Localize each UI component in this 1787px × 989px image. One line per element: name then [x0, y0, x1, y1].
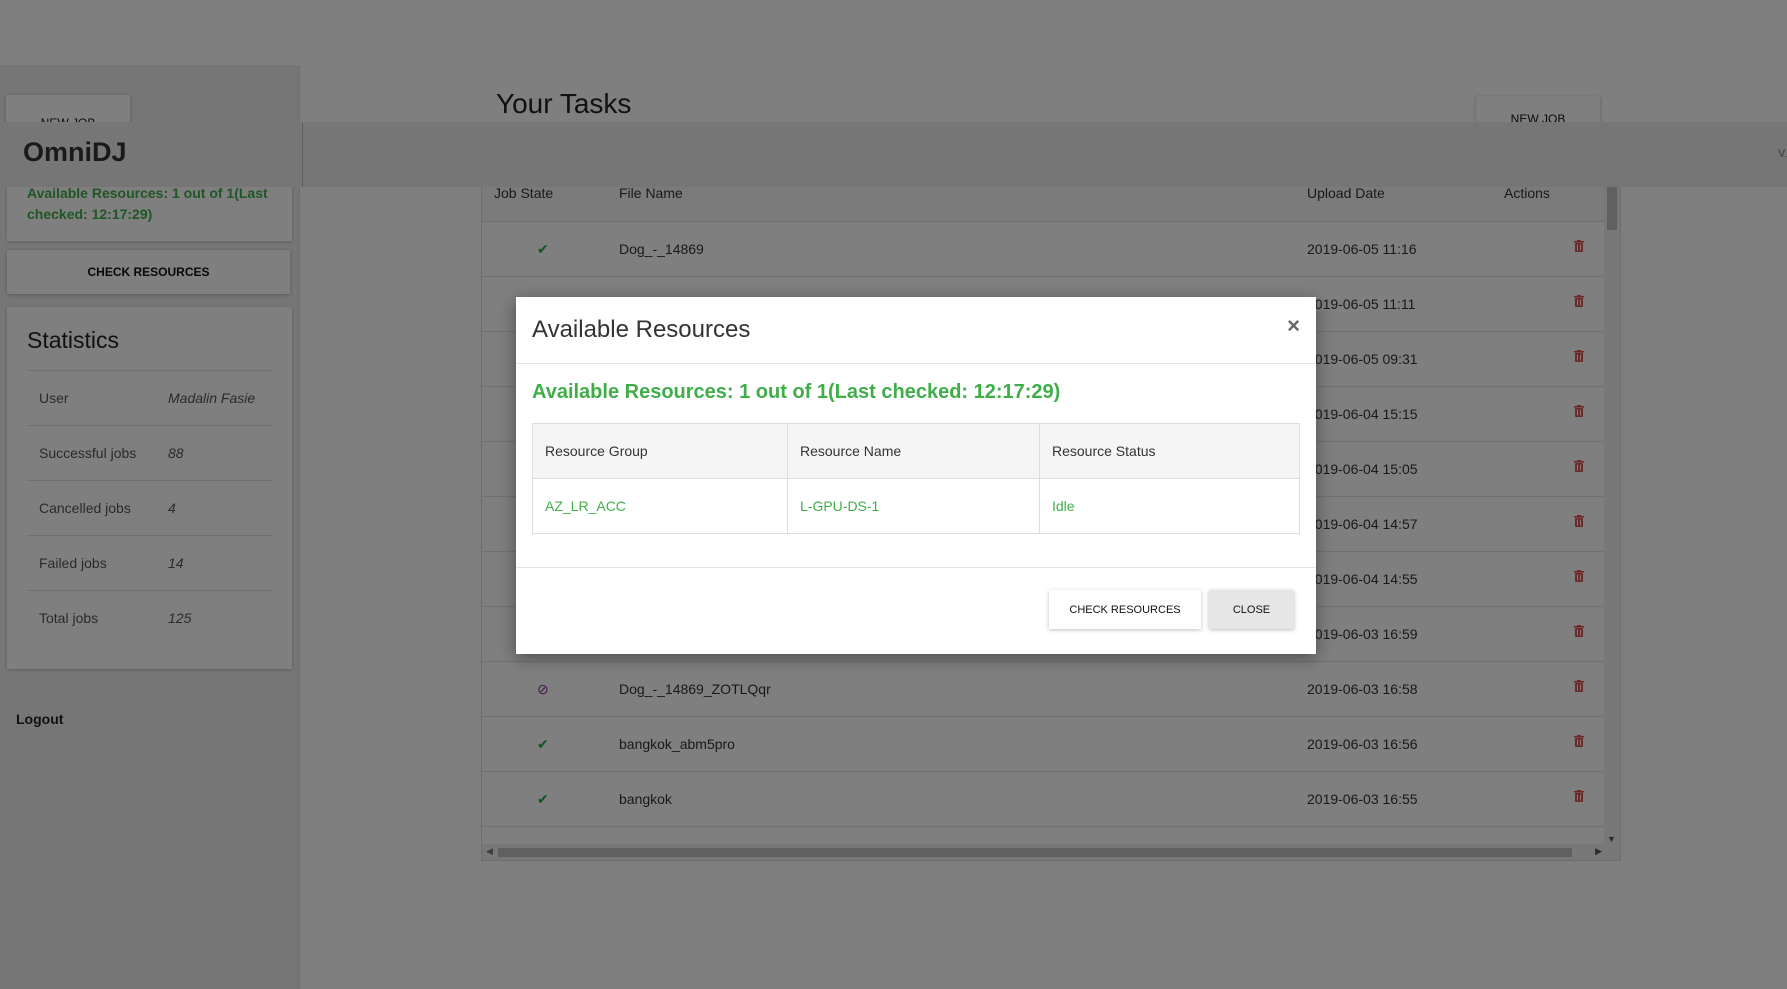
- resources-table: Resource Group Resource Name Resource St…: [532, 423, 1300, 534]
- app-brand[interactable]: OmniDJ: [0, 122, 303, 187]
- resource-status-cell: Idle: [1039, 478, 1300, 534]
- resource-group-cell: AZ_LR_ACC: [532, 478, 788, 534]
- header-resource-status: Resource Status: [1039, 423, 1300, 479]
- app-bar: OmniDJ v1: [0, 122, 1787, 187]
- modal-header: Available Resources ×: [516, 297, 1316, 364]
- check-resources-button[interactable]: CHECK RESOURCES: [1049, 590, 1201, 629]
- resources-table-header: Resource Group Resource Name Resource St…: [532, 423, 1300, 479]
- modal-body: Available Resources: 1 out of 1(Last che…: [516, 364, 1316, 568]
- app-version: v1: [1778, 144, 1787, 160]
- resources-availability-text: Available Resources: 1 out of 1(Last che…: [532, 381, 1061, 403]
- modal-footer: CHECK RESOURCES CLOSE: [516, 568, 1316, 653]
- header-resource-group: Resource Group: [532, 423, 788, 479]
- close-icon[interactable]: ×: [1287, 313, 1300, 339]
- header-resource-name: Resource Name: [787, 423, 1040, 479]
- resource-name-cell: L-GPU-DS-1: [787, 478, 1040, 534]
- close-button[interactable]: CLOSE: [1209, 590, 1294, 629]
- modal-title: Available Resources: [532, 316, 751, 343]
- table-row: AZ_LR_ACC L-GPU-DS-1 Idle: [532, 478, 1300, 534]
- available-resources-modal: Available Resources × Available Resource…: [516, 297, 1316, 654]
